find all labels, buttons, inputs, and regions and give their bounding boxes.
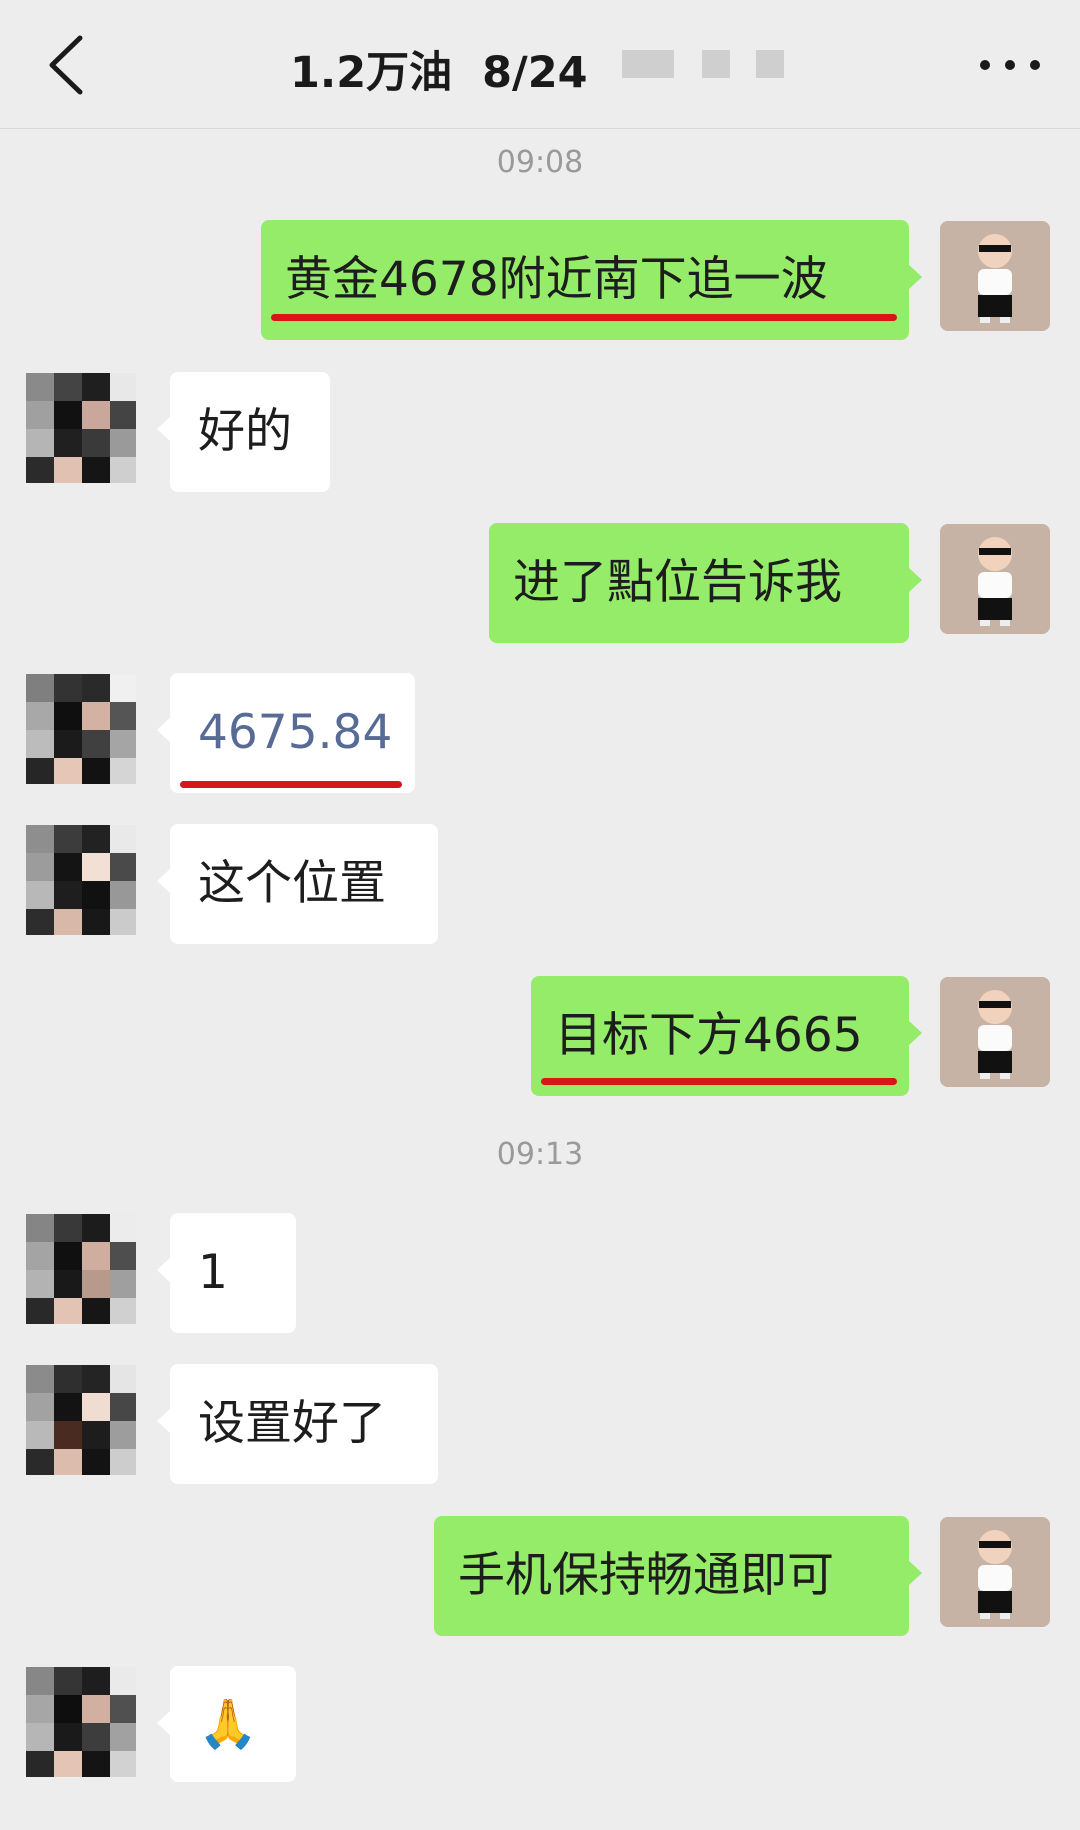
message-text: 手机保持畅通即可 bbox=[458, 1548, 834, 1603]
message-text: 黄金4678附近南下追一波 bbox=[285, 252, 828, 307]
message-bubble[interactable]: 🙏 bbox=[157, 1666, 296, 1782]
avatar[interactable] bbox=[26, 1667, 136, 1777]
message-bubble[interactable]: 目标下方4665 bbox=[531, 976, 922, 1096]
message-text: 设置好了 bbox=[198, 1396, 386, 1451]
pixelated-avatar-icon bbox=[26, 1214, 136, 1324]
censored-name-block bbox=[756, 50, 784, 78]
red-underline bbox=[271, 314, 897, 321]
avatar[interactable] bbox=[940, 1517, 1050, 1627]
timestamp: 09:08 bbox=[496, 145, 584, 180]
message-bubble[interactable]: 1 bbox=[157, 1213, 296, 1333]
cartoon-avatar-icon bbox=[940, 524, 1050, 634]
message-text: 好的 bbox=[198, 404, 292, 459]
avatar[interactable] bbox=[26, 1214, 136, 1324]
censored-name-block bbox=[622, 50, 674, 78]
message-bubble[interactable]: 进了點位告诉我 bbox=[489, 523, 922, 643]
more-dots-icon[interactable] bbox=[975, 40, 1045, 90]
avatar[interactable] bbox=[940, 221, 1050, 331]
censored-name-block bbox=[702, 50, 730, 78]
chat-title: 1.2万油 8/24 bbox=[290, 48, 588, 98]
cartoon-avatar-icon bbox=[940, 1517, 1050, 1627]
pixelated-avatar-icon bbox=[26, 1365, 136, 1475]
message-bubble[interactable]: 黄金4678附近南下追一波 bbox=[261, 220, 922, 340]
message-text: 这个位置 bbox=[198, 856, 386, 911]
pixelated-avatar-icon bbox=[26, 373, 136, 483]
message-bubble[interactable]: 设置好了 bbox=[157, 1364, 438, 1484]
message-text: 进了點位告诉我 bbox=[513, 555, 842, 610]
message-text: 4675.84 bbox=[198, 705, 393, 760]
message-bubble[interactable]: 这个位置 bbox=[157, 824, 438, 944]
avatar[interactable] bbox=[26, 825, 136, 935]
timestamp: 09:13 bbox=[496, 1137, 584, 1172]
red-underline bbox=[180, 781, 402, 788]
avatar[interactable] bbox=[26, 674, 136, 784]
chat-header: 1.2万油 8/24 bbox=[0, 0, 1080, 129]
praying-hands-emoji: 🙏 bbox=[198, 1696, 258, 1752]
pixelated-avatar-icon bbox=[26, 1667, 136, 1777]
message-bubble[interactable]: 4675.84 bbox=[157, 673, 415, 793]
red-underline bbox=[541, 1078, 897, 1085]
message-bubble[interactable]: 好的 bbox=[157, 372, 330, 492]
cartoon-avatar-icon bbox=[940, 221, 1050, 331]
message-text: 1 bbox=[198, 1245, 228, 1300]
chevron-left-icon[interactable] bbox=[40, 30, 100, 100]
cartoon-avatar-icon bbox=[940, 977, 1050, 1087]
avatar[interactable] bbox=[26, 373, 136, 483]
avatar[interactable] bbox=[940, 977, 1050, 1087]
pixelated-avatar-icon bbox=[26, 674, 136, 784]
message-text: 目标下方4665 bbox=[555, 1008, 863, 1063]
avatar[interactable] bbox=[26, 1365, 136, 1475]
message-bubble[interactable]: 手机保持畅通即可 bbox=[434, 1516, 922, 1636]
avatar[interactable] bbox=[940, 524, 1050, 634]
pixelated-avatar-icon bbox=[26, 825, 136, 935]
